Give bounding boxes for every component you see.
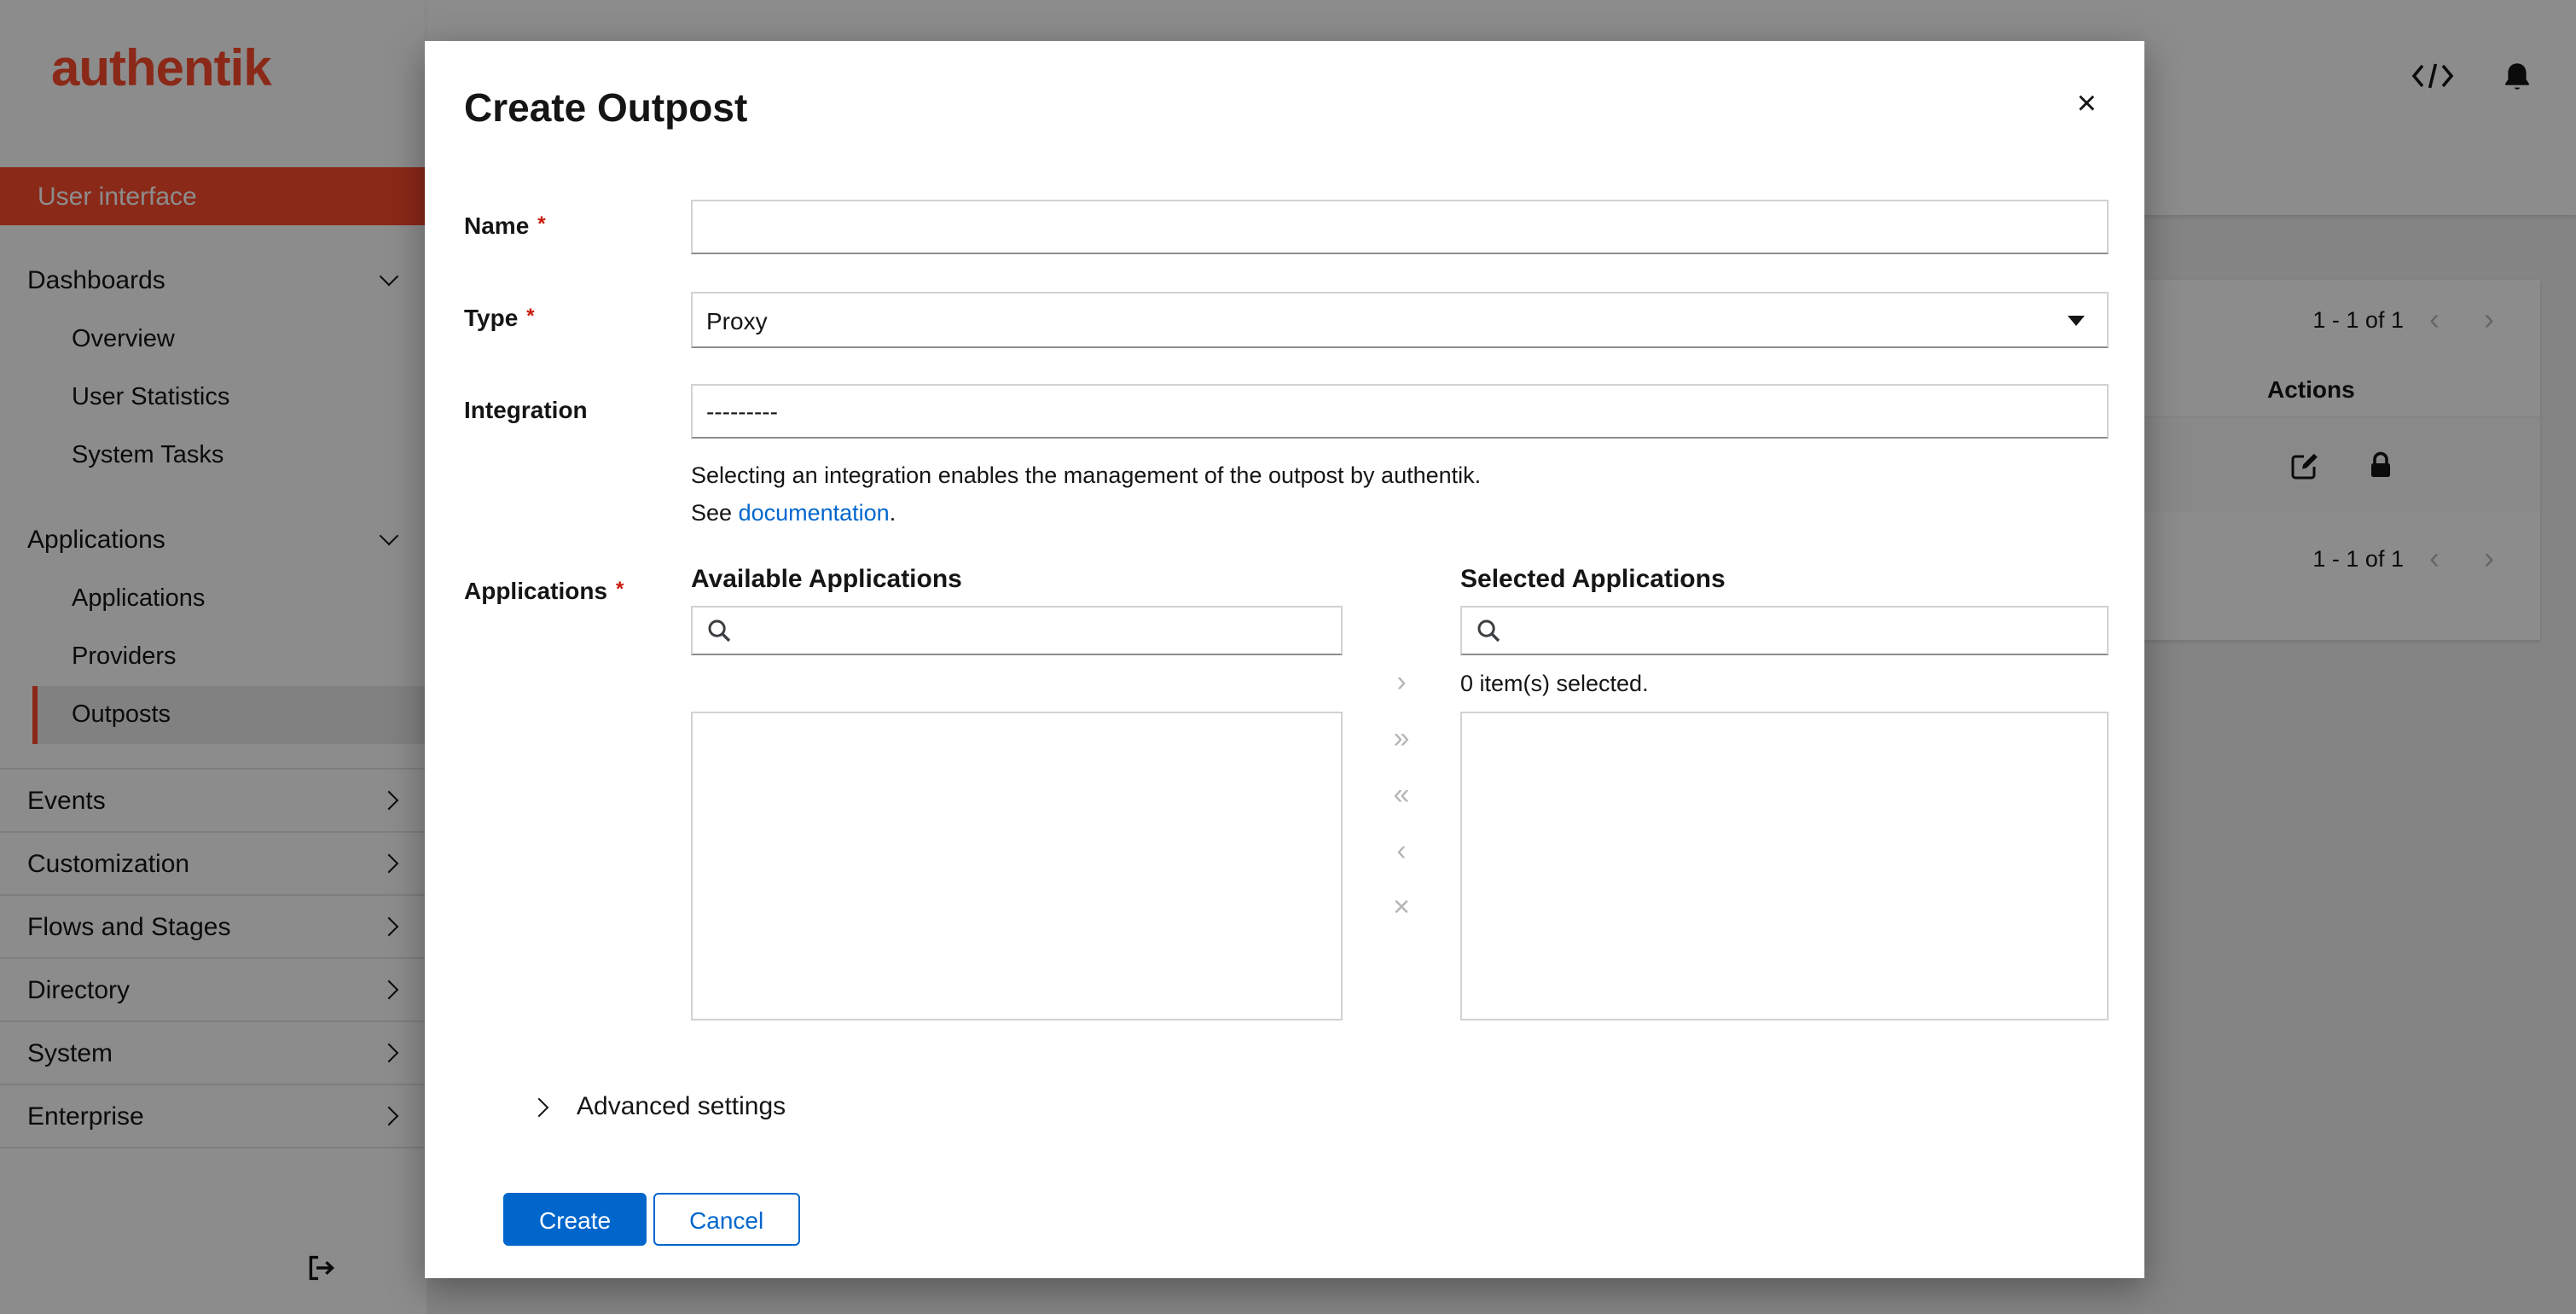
modal-body: Name * Type * Proxy Integration --------… (425, 131, 2144, 1247)
type-select-value: Proxy (706, 306, 768, 334)
screen: authentik User interface Dashboards Over… (0, 0, 2576, 1314)
modal-header: Create Outpost × (425, 41, 2144, 131)
name-row: Name * (464, 200, 2109, 254)
remove-all-icon[interactable]: « (1394, 773, 1410, 814)
transfer-controls: › » « ‹ × (1343, 565, 1460, 1020)
documentation-link[interactable]: documentation (739, 499, 890, 525)
chevron-right-icon (529, 1097, 549, 1117)
add-selected-icon[interactable]: › (1396, 660, 1406, 701)
applications-row: Applications * Available Applications › … (464, 565, 2109, 1021)
integration-help: Selecting an integration enables the man… (691, 457, 2109, 531)
name-input[interactable] (691, 200, 2109, 254)
integration-label: Integration (464, 396, 588, 423)
integration-input[interactable] (691, 384, 2109, 439)
available-pane: Available Applications (691, 565, 1343, 1021)
required-marker: * (616, 577, 624, 602)
name-label: Name * (464, 212, 546, 239)
close-icon[interactable]: × (2070, 84, 2103, 125)
integration-row: Integration Selecting an integration ena… (464, 384, 2109, 531)
remove-selected-icon[interactable]: ‹ (1396, 829, 1406, 870)
add-all-icon[interactable]: » (1394, 717, 1410, 758)
cancel-button[interactable]: Cancel (653, 1193, 800, 1247)
create-button[interactable]: Create (503, 1193, 647, 1247)
available-search-input[interactable] (744, 616, 1327, 646)
search-icon (1476, 618, 1501, 643)
create-outpost-modal: Create Outpost × Name * Type * Proxy Int… (425, 41, 2144, 1278)
search-icon (706, 618, 732, 643)
required-marker: * (526, 304, 535, 328)
advanced-settings-label: Advanced settings (577, 1092, 786, 1122)
applications-label: Applications * (464, 577, 624, 605)
type-label: Type * (464, 304, 535, 331)
modal-footer: Create Cancel (464, 1193, 2109, 1247)
dual-list-selector: Available Applications › » « ‹ × Selecte… (691, 565, 2109, 1021)
required-marker: * (537, 212, 546, 235)
selected-count: 0 item(s) selected. (1460, 671, 1649, 697)
type-row: Type * Proxy (464, 292, 2109, 348)
integration-help-line1: Selecting an integration enables the man… (691, 462, 1482, 488)
available-count-spacer (691, 655, 1343, 712)
available-listbox[interactable] (691, 712, 1343, 1021)
selected-listbox[interactable] (1460, 712, 2109, 1021)
clear-selection-icon[interactable]: × (1393, 886, 1410, 927)
selected-search (1460, 606, 2109, 656)
advanced-settings-toggle[interactable]: Advanced settings (464, 1092, 2109, 1121)
selected-search-input[interactable] (1513, 616, 2093, 646)
selected-title: Selected Applications (1460, 565, 1726, 595)
integration-help-line2: See documentation. (691, 499, 896, 526)
selected-pane: Selected Applications 0 item(s) selected… (1460, 565, 2109, 1021)
modal-title: Create Outpost (464, 85, 748, 130)
available-search (691, 606, 1343, 656)
available-title: Available Applications (691, 565, 962, 595)
caret-down-icon (2068, 315, 2085, 325)
type-select[interactable]: Proxy (691, 292, 2109, 348)
